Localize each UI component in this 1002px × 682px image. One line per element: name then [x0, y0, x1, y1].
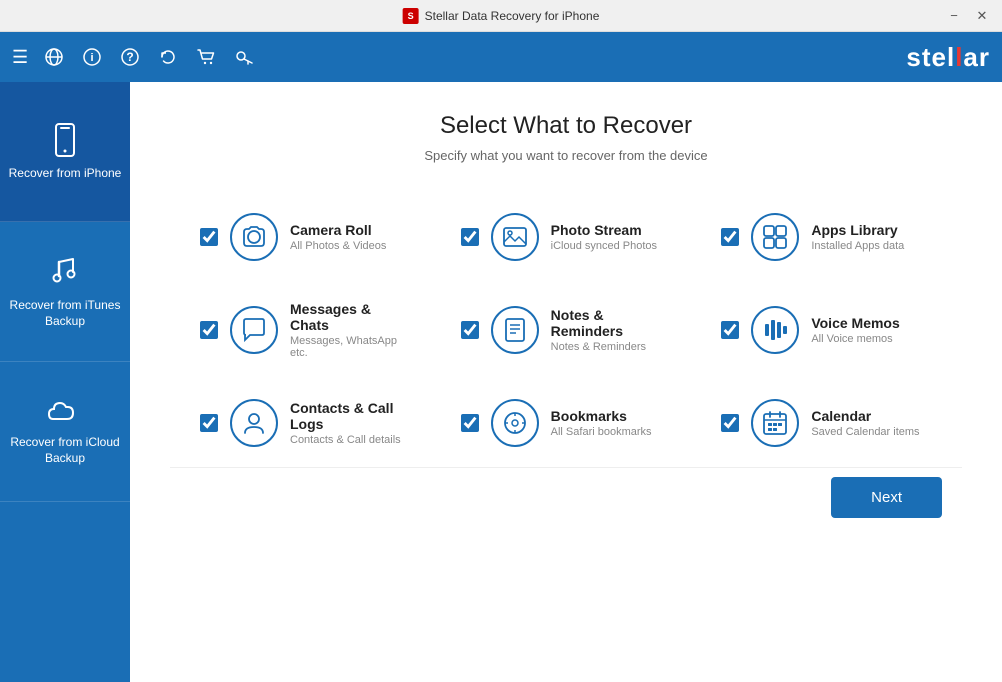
recovery-item-voice-memos: Voice Memos All Voice memos	[711, 291, 942, 369]
recovery-item-photo-stream: Photo Stream iCloud synced Photos	[451, 203, 682, 271]
titlebar-text: Stellar Data Recovery for iPhone	[425, 9, 600, 23]
item-desc-voice-memos: All Voice memos	[811, 333, 899, 345]
page-subtitle: Specify what you want to recover from th…	[170, 148, 962, 163]
sidebar-item-iphone[interactable]: Recover from iPhone	[0, 82, 130, 222]
titlebar-title: S Stellar Data Recovery for iPhone	[403, 8, 600, 24]
sidebar-item-itunes[interactable]: Recover from iTunes Backup	[0, 222, 130, 362]
icloud-icon	[45, 397, 85, 427]
icon-apps-library	[751, 213, 799, 261]
close-button[interactable]: ✕	[970, 4, 994, 28]
checkbox-calendar[interactable]	[721, 414, 739, 432]
item-name-apps-library: Apps Library	[811, 222, 904, 238]
icon-messages-chats	[230, 306, 278, 354]
stellar-logo: stellar	[906, 42, 990, 73]
titlebar-controls: − ✕	[942, 4, 994, 28]
item-name-notes-reminders: Notes & Reminders	[551, 307, 672, 339]
item-name-bookmarks: Bookmarks	[551, 408, 652, 424]
help-icon[interactable]: ?	[116, 43, 144, 71]
recovery-item-bookmarks: Bookmarks All Safari bookmarks	[451, 389, 682, 457]
main-layout: Recover from iPhone Recover from iTunes …	[0, 82, 1002, 682]
item-desc-apps-library: Installed Apps data	[811, 240, 904, 252]
item-desc-notes-reminders: Notes & Reminders	[551, 341, 672, 353]
svg-text:i: i	[91, 52, 94, 64]
key-icon[interactable]	[230, 43, 258, 71]
item-name-messages-chats: Messages & Chats	[290, 301, 411, 333]
item-desc-bookmarks: All Safari bookmarks	[551, 426, 652, 438]
item-name-camera-roll: Camera Roll	[290, 222, 386, 238]
icon-contacts-logs	[230, 399, 278, 447]
sidebar-item-icloud[interactable]: Recover from iCloud Backup	[0, 362, 130, 502]
item-name-voice-memos: Voice Memos	[811, 315, 899, 331]
checkbox-notes-reminders[interactable]	[461, 321, 479, 339]
recovery-item-notes-reminders: Notes & Reminders Notes & Reminders	[451, 291, 682, 369]
item-desc-photo-stream: iCloud synced Photos	[551, 240, 657, 252]
cart-icon[interactable]	[192, 43, 220, 71]
minimize-button[interactable]: −	[942, 4, 966, 28]
item-desc-camera-roll: All Photos & Videos	[290, 240, 386, 252]
info-circle-icon[interactable]: i	[78, 43, 106, 71]
checkbox-photo-stream[interactable]	[461, 228, 479, 246]
next-button[interactable]: Next	[831, 477, 942, 518]
icon-notes-reminders	[491, 306, 539, 354]
recovery-item-camera-roll: Camera Roll All Photos & Videos	[190, 203, 421, 271]
toolbar: ☰ i ? stellar	[0, 32, 1002, 82]
recovery-item-calendar: Calendar Saved Calendar items	[711, 389, 942, 457]
checkbox-contacts-logs[interactable]	[200, 414, 218, 432]
iphone-icon	[47, 122, 83, 158]
icon-photo-stream	[491, 213, 539, 261]
recovery-item-messages-chats: Messages & Chats Messages, WhatsApp etc.	[190, 291, 421, 369]
recovery-grid: Camera Roll All Photos & Videos Photo St…	[170, 193, 962, 467]
icon-calendar	[751, 399, 799, 447]
titlebar: S Stellar Data Recovery for iPhone − ✕	[0, 0, 1002, 32]
checkbox-camera-roll[interactable]	[200, 228, 218, 246]
icon-bookmarks	[491, 399, 539, 447]
checkbox-messages-chats[interactable]	[200, 321, 218, 339]
app-icon: S	[403, 8, 419, 24]
icon-camera-roll	[230, 213, 278, 261]
sidebar-iphone-label: Recover from iPhone	[9, 166, 122, 182]
content-area: Select What to Recover Specify what you …	[130, 82, 1002, 682]
checkbox-bookmarks[interactable]	[461, 414, 479, 432]
toolbar-icons: i ?	[40, 43, 258, 71]
refresh-icon[interactable]	[154, 43, 182, 71]
footer: Next	[170, 467, 962, 527]
item-desc-contacts-logs: Contacts & Call details	[290, 434, 411, 446]
checkbox-voice-memos[interactable]	[721, 321, 739, 339]
globe-icon[interactable]	[40, 43, 68, 71]
item-name-photo-stream: Photo Stream	[551, 222, 657, 238]
checkbox-apps-library[interactable]	[721, 228, 739, 246]
svg-text:?: ?	[126, 50, 133, 64]
sidebar-icloud-label: Recover from iCloud Backup	[8, 435, 122, 466]
recovery-item-contacts-logs: Contacts & Call Logs Contacts & Call det…	[190, 389, 421, 457]
item-desc-calendar: Saved Calendar items	[811, 426, 919, 438]
item-name-contacts-logs: Contacts & Call Logs	[290, 400, 411, 432]
item-name-calendar: Calendar	[811, 408, 919, 424]
itunes-icon	[47, 254, 83, 290]
sidebar: Recover from iPhone Recover from iTunes …	[0, 82, 130, 682]
recovery-item-apps-library: Apps Library Installed Apps data	[711, 203, 942, 271]
icon-voice-memos	[751, 306, 799, 354]
sidebar-itunes-label: Recover from iTunes Backup	[8, 298, 122, 329]
hamburger-icon[interactable]: ☰	[12, 47, 28, 68]
item-desc-messages-chats: Messages, WhatsApp etc.	[290, 335, 411, 359]
page-title: Select What to Recover	[170, 112, 962, 140]
